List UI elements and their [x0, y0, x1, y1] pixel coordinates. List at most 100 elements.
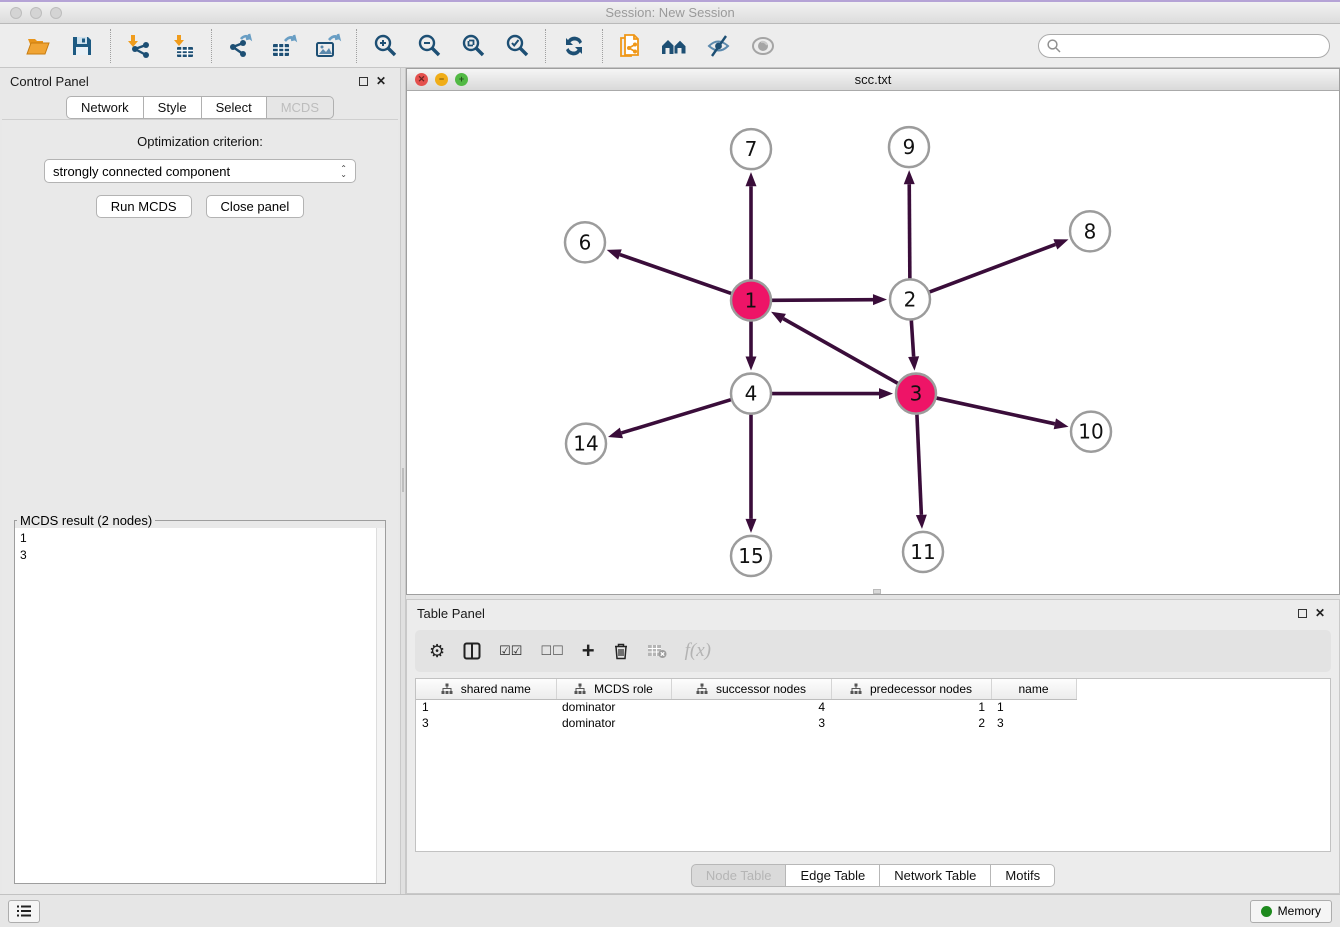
apply-layout-icon — [561, 33, 587, 59]
graph-edge-3-11[interactable] — [917, 415, 921, 515]
graph-node-label-1: 1 — [745, 288, 758, 312]
graph-edge-1-6[interactable] — [620, 255, 731, 294]
import-network-button[interactable] — [124, 31, 154, 61]
tab-select[interactable]: Select — [202, 96, 267, 119]
add-column-button[interactable]: + — [582, 638, 595, 664]
column-header-successor-nodes[interactable]: successor nodes — [671, 679, 831, 699]
export-table-button[interactable] — [269, 31, 299, 61]
column-header-shared-name[interactable]: shared name — [416, 679, 556, 699]
status-bar: Memory — [0, 894, 1340, 927]
tab-style[interactable]: Style — [144, 96, 202, 119]
tab-node-table[interactable]: Node Table — [691, 864, 787, 887]
import-table-button[interactable] — [168, 31, 198, 61]
graph-edge-4-14[interactable] — [621, 400, 730, 433]
result-scrollbar[interactable] — [376, 528, 385, 883]
close-mcds-panel-button[interactable]: Close panel — [206, 195, 305, 218]
column-view-button[interactable] — [463, 642, 481, 660]
main-toolbar — [0, 24, 1340, 68]
network-canvas[interactable]: 7968124314101511 — [407, 91, 1339, 594]
deselect-all-columns-button[interactable]: ☐☐ — [540, 643, 563, 659]
save-session-button[interactable] — [67, 31, 97, 61]
graph-arrowhead — [746, 519, 757, 533]
float-table-panel-button[interactable] — [1293, 604, 1311, 622]
tab-network-table[interactable]: Network Table — [880, 864, 991, 887]
column-view-icon — [463, 642, 481, 660]
apply-layout-button[interactable] — [559, 31, 589, 61]
zoom-in-button[interactable] — [370, 31, 400, 61]
cell-successor-nodes: 4 — [671, 699, 831, 715]
canvas-resize-grip[interactable] — [873, 589, 881, 594]
graph-edge-2-3[interactable] — [911, 320, 913, 356]
graph-node-label-6: 6 — [579, 230, 592, 254]
graph-node-label-10: 10 — [1078, 420, 1103, 444]
first-neighbors-icon — [660, 34, 690, 58]
graph-arrowhead — [746, 172, 757, 186]
graph-edge-2-8[interactable] — [930, 244, 1056, 292]
tab-network[interactable]: Network — [66, 96, 144, 119]
float-panel-button[interactable] — [354, 72, 372, 90]
graph-arrowhead — [873, 294, 887, 305]
splitter-grip — [402, 468, 404, 492]
gear-icon: ⚙ — [429, 641, 445, 662]
graph-edge-3-1[interactable] — [783, 319, 897, 384]
show-panels-button[interactable] — [8, 900, 40, 923]
panel-splitter[interactable] — [400, 68, 406, 894]
float-icon — [1298, 609, 1307, 618]
memory-status-icon — [1261, 906, 1272, 917]
close-table-panel-button[interactable]: ✕ — [1311, 604, 1329, 622]
column-header-predecessor-nodes[interactable]: predecessor nodes — [831, 679, 991, 699]
column-header-mcds-role[interactable]: MCDS role — [556, 679, 671, 699]
graph-arrowhead — [879, 388, 893, 399]
optimization-criterion-label: Optimization criterion: — [137, 134, 263, 149]
optimization-criterion-select[interactable]: strongly connected component ⌃⌄ — [44, 159, 356, 183]
delete-column-button[interactable] — [613, 642, 629, 660]
new-network-from-selection-icon — [617, 32, 645, 60]
cell-shared-name: 1 — [416, 699, 556, 715]
graph-edge-3-10[interactable] — [937, 398, 1055, 424]
network-window-titlebar[interactable]: ✕ − + scc.txt — [407, 69, 1339, 91]
hide-selected-button[interactable] — [704, 31, 734, 61]
export-network-icon — [227, 33, 253, 59]
tab-edge-table[interactable]: Edge Table — [786, 864, 880, 887]
zoom-fit-button[interactable] — [458, 31, 488, 61]
first-neighbors-button[interactable] — [660, 31, 690, 61]
search-field[interactable] — [1038, 34, 1330, 58]
select-all-columns-button[interactable]: ☑☑ — [499, 643, 522, 659]
tab-motifs[interactable]: Motifs — [991, 864, 1055, 887]
table-settings-button[interactable]: ⚙ — [429, 641, 445, 662]
mcds-result-text[interactable]: 1 3 — [15, 528, 385, 883]
delete-table-button[interactable] — [647, 643, 667, 659]
list-icon — [16, 904, 32, 918]
open-session-button[interactable] — [23, 31, 53, 61]
graph-edge-1-2[interactable] — [772, 300, 873, 301]
table-row[interactable]: 3 dominator 3 2 3 — [416, 715, 1076, 731]
run-mcds-button[interactable]: Run MCDS — [96, 195, 192, 218]
show-all-button[interactable] — [748, 31, 778, 61]
tab-mcds[interactable]: MCDS — [267, 96, 334, 119]
hide-selected-icon — [705, 33, 733, 59]
search-input[interactable] — [1062, 36, 1329, 56]
graph-arrowhead — [916, 515, 927, 529]
export-image-button[interactable] — [313, 31, 343, 61]
function-builder-button[interactable]: f(x) — [685, 640, 711, 662]
cell-mcds-role: dominator — [556, 699, 671, 715]
zoom-selected-icon — [504, 33, 530, 59]
memory-button[interactable]: Memory — [1250, 900, 1332, 923]
column-header-name[interactable]: name — [991, 679, 1076, 699]
zoom-selected-button[interactable] — [502, 31, 532, 61]
control-panel: Control Panel ✕ Network Style Select MCD… — [0, 68, 400, 894]
graph-node-label-9: 9 — [903, 135, 916, 159]
graph-node-label-3: 3 — [910, 382, 923, 406]
new-network-from-selection-button[interactable] — [616, 31, 646, 61]
close-panel-button[interactable]: ✕ — [372, 72, 390, 90]
export-network-button[interactable] — [225, 31, 255, 61]
table-header-row: shared name MCDS role successor nodes pr… — [416, 679, 1076, 699]
float-icon — [359, 77, 368, 86]
table-row[interactable]: 1 dominator 4 1 1 — [416, 699, 1076, 715]
zoom-out-button[interactable] — [414, 31, 444, 61]
graph-node-label-15: 15 — [738, 544, 763, 568]
close-icon: ✕ — [1315, 606, 1325, 620]
network-graph[interactable]: 7968124314101511 — [407, 91, 1339, 594]
graph-edge-2-9[interactable] — [909, 184, 910, 278]
memory-label: Memory — [1278, 904, 1321, 918]
